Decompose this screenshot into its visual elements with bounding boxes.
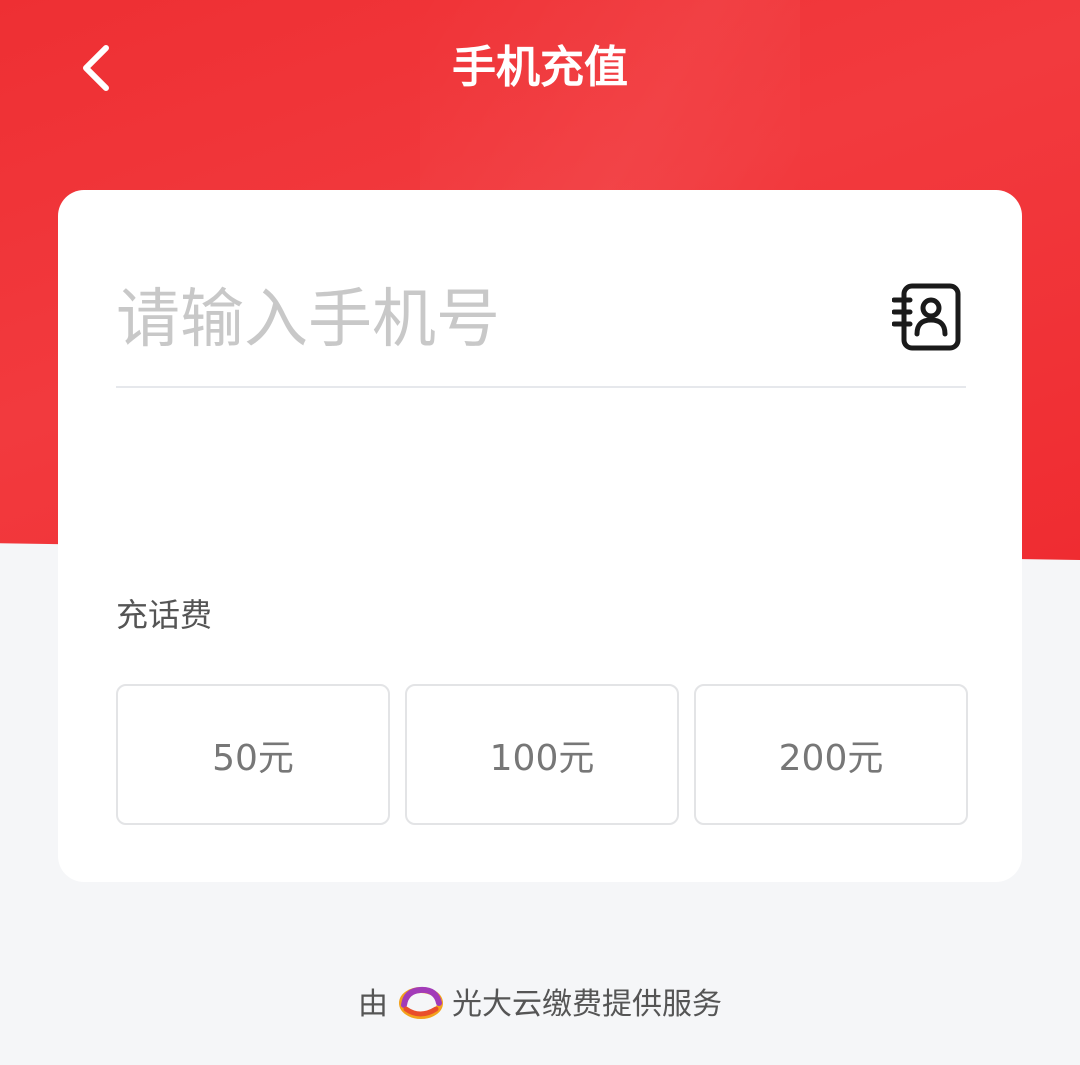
footer-provider: 光大云缴费提供服务: [452, 987, 722, 1022]
amount-option-100[interactable]: 100元: [405, 684, 679, 825]
section-label-recharge: 充话费: [116, 596, 213, 634]
phone-input-row: [116, 260, 966, 388]
contacts-button[interactable]: [891, 280, 966, 354]
page-title: 手机充值: [452, 42, 628, 93]
amount-option-50[interactable]: 50元: [116, 684, 390, 825]
footer-prefix: 由: [358, 987, 388, 1022]
phone-number-input[interactable]: [116, 260, 876, 380]
recharge-card: 充话费 50元 100元 200元: [58, 190, 1022, 882]
service-provider-footer: 由 光大云缴费提供服务: [0, 978, 1080, 1024]
amount-options: 50元 100元 200元: [116, 684, 968, 826]
contacts-book-icon: [891, 283, 961, 351]
amount-option-200[interactable]: 200元: [694, 684, 968, 825]
everbright-cloud-logo-icon: [399, 986, 443, 1019]
